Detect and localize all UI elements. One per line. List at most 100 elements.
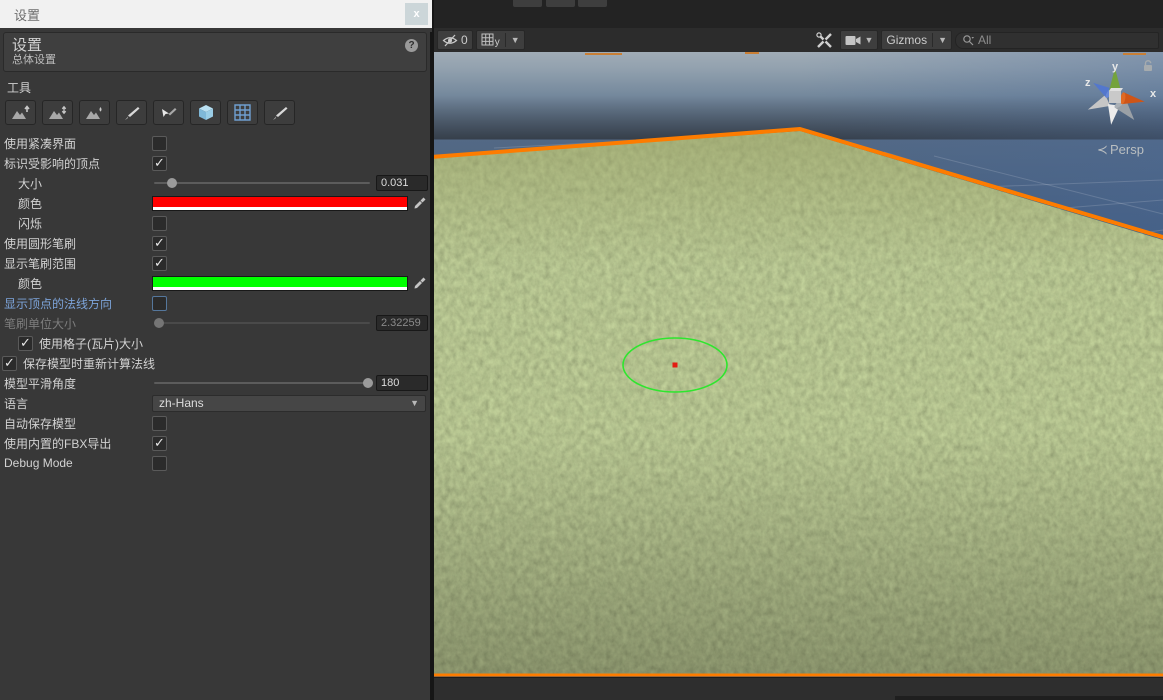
size-slider[interactable] xyxy=(152,175,372,191)
mark-vertices-checkbox[interactable] xyxy=(152,155,167,171)
scene-search-field[interactable]: All xyxy=(955,31,1159,49)
brush-unit-size-field xyxy=(376,315,428,331)
smooth-angle-field[interactable] xyxy=(376,375,428,391)
tool-grid-tiles-button[interactable] xyxy=(227,100,258,125)
chevron-down-icon: ▼ xyxy=(864,35,874,45)
close-button[interactable]: x xyxy=(405,3,428,25)
gizmo-z-label: z xyxy=(1085,77,1091,89)
voxel-cube-icon xyxy=(198,105,213,120)
grid-visibility-button[interactable]: y ▼ xyxy=(475,30,525,50)
red-color-swatch[interactable] xyxy=(152,195,408,211)
grid-axis-icon xyxy=(481,33,494,45)
window-title: 设置 xyxy=(14,7,41,23)
settings-panel: 设置 总体设置 ? 工具 使用紧凑界面 标识受影响的顶点 ✓ 大小 0.031 … xyxy=(0,32,432,700)
setting-show-brush-range: 显示笔刷范围 xyxy=(0,253,430,273)
flash-checkbox[interactable] xyxy=(152,215,167,231)
tools-section-label: 工具 xyxy=(7,81,32,95)
setting-use-tile-size: 使用格子(瓦片)大小 xyxy=(0,333,430,353)
smooth-brush-icon xyxy=(272,106,287,120)
grid-axis-label: y xyxy=(494,36,500,48)
hidden-count: 0 xyxy=(461,33,468,47)
scene-tools-button[interactable] xyxy=(812,30,837,50)
gizmos-label: Gizmos xyxy=(886,33,928,47)
scene-viewport[interactable]: y z x ≺ Persp xyxy=(434,52,1163,677)
persp-chevron-icon: ≺ xyxy=(1097,142,1108,157)
setting-label: Debug Mode xyxy=(4,456,73,470)
debug-mode-checkbox[interactable] xyxy=(152,455,167,471)
settings-window: 设置 x 设置 总体设置 ? 工具 使用紧凑界面 标识受影响的顶点 ✓ 大小 0… xyxy=(0,0,432,700)
tool-paint-brush-button[interactable] xyxy=(116,100,147,125)
setting-label: 大小 xyxy=(18,176,43,191)
adjust-height-icon xyxy=(48,105,66,119)
language-dropdown[interactable]: zh-Hans ▼ xyxy=(152,394,426,412)
setting-smooth-angle: 模型平滑角度 xyxy=(0,373,430,393)
size-value-field[interactable] xyxy=(376,175,428,191)
setting-label: 闪烁 xyxy=(18,216,43,231)
auto-save-checkbox[interactable] xyxy=(152,415,167,431)
setting-label: 使用圆形笔刷 xyxy=(4,236,77,251)
paint-brush-icon xyxy=(124,106,139,120)
setting-label: 笔刷单位大小 xyxy=(4,316,77,331)
tool-smooth-brush-button[interactable] xyxy=(264,100,295,125)
eyedropper-icon[interactable] xyxy=(410,275,428,291)
toolbar-button-stub[interactable] xyxy=(546,0,575,7)
search-placeholder: All xyxy=(978,33,992,47)
green-color-swatch[interactable] xyxy=(152,275,408,291)
setting-label: 使用紧凑界面 xyxy=(4,136,77,151)
camera-settings-button[interactable]: ▼ xyxy=(840,30,879,50)
wrench-screwdriver-icon xyxy=(816,31,833,48)
setting-label: 显示笔刷范围 xyxy=(4,256,77,271)
camera-icon xyxy=(845,35,861,45)
setting-language: 语言 zh-Hans ▼ xyxy=(0,393,430,413)
show-brush-range-checkbox[interactable] xyxy=(152,255,167,271)
brush-unit-size-slider xyxy=(152,315,372,331)
projection-label: Persp xyxy=(1110,142,1144,157)
raise-terrain-icon xyxy=(11,104,30,119)
tool-raise-terrain-button[interactable] xyxy=(5,100,36,125)
settings-header-title: 设置 xyxy=(12,37,43,54)
setting-recalc-normals: 保存模型时重新计算法线 xyxy=(0,353,430,373)
builtin-fbx-checkbox[interactable] xyxy=(152,435,167,451)
setting-label: 使用内置的FBX导出 xyxy=(4,436,112,451)
scene-visibility-button[interactable]: 0 xyxy=(437,30,473,50)
gizmos-button[interactable]: Gizmos ▼ xyxy=(881,30,952,50)
setting-label: 显示顶点的法线方向 xyxy=(4,296,113,311)
setting-color-red: 颜色 xyxy=(0,193,430,213)
brush-center-marker xyxy=(672,362,678,368)
smooth-angle-slider[interactable] xyxy=(152,375,374,391)
tool-paint-height-button[interactable] xyxy=(79,100,110,125)
setting-show-vertex-normals: 显示顶点的法线方向 xyxy=(0,293,430,313)
chevron-down-icon[interactable]: ▼ xyxy=(938,35,947,45)
search-icon xyxy=(963,35,974,46)
setting-color-green: 颜色 xyxy=(0,273,430,293)
toolbar-button-stub[interactable] xyxy=(513,0,542,7)
use-compact-ui-checkbox[interactable] xyxy=(152,135,167,151)
paint-height-icon xyxy=(85,106,102,119)
help-icon[interactable]: ? xyxy=(405,39,418,52)
round-brush-checkbox[interactable] xyxy=(152,235,167,251)
gizmo-y-label: y xyxy=(1112,61,1119,73)
eye-slash-icon xyxy=(442,34,458,46)
setting-mark-vertices: 标识受影响的顶点 xyxy=(0,153,430,173)
recalc-normals-checkbox[interactable] xyxy=(2,355,17,371)
tools-row xyxy=(0,100,430,125)
setting-debug-mode: Debug Mode xyxy=(0,453,430,473)
setting-label: 颜色 xyxy=(18,276,43,291)
toolbar-button-stub[interactable] xyxy=(578,0,607,7)
tool-adjust-height-button[interactable] xyxy=(42,100,73,125)
tool-select-brush-button[interactable] xyxy=(153,100,184,125)
scene-view-toolbar: 0 y ▼ ▼ Gizmos ▼ All xyxy=(434,28,1163,52)
chevron-down-icon[interactable]: ▼ xyxy=(511,35,520,45)
settings-window-titlebar[interactable]: 设置 x xyxy=(0,0,432,28)
grid-tiles-icon xyxy=(234,104,251,121)
use-tile-size-checkbox[interactable] xyxy=(18,335,33,351)
eyedropper-icon[interactable] xyxy=(410,195,428,211)
setting-label: 自动保存模型 xyxy=(4,416,77,431)
setting-label: 保存模型时重新计算法线 xyxy=(23,356,156,371)
show-vertex-normals-checkbox[interactable] xyxy=(152,295,167,311)
main-toolbar-strip xyxy=(434,0,1163,28)
chevron-down-icon: ▼ xyxy=(410,398,419,408)
setting-size: 大小 xyxy=(0,173,430,193)
tool-voxel-cube-button[interactable] xyxy=(190,100,221,125)
settings-header: 设置 总体设置 ? xyxy=(3,32,427,72)
